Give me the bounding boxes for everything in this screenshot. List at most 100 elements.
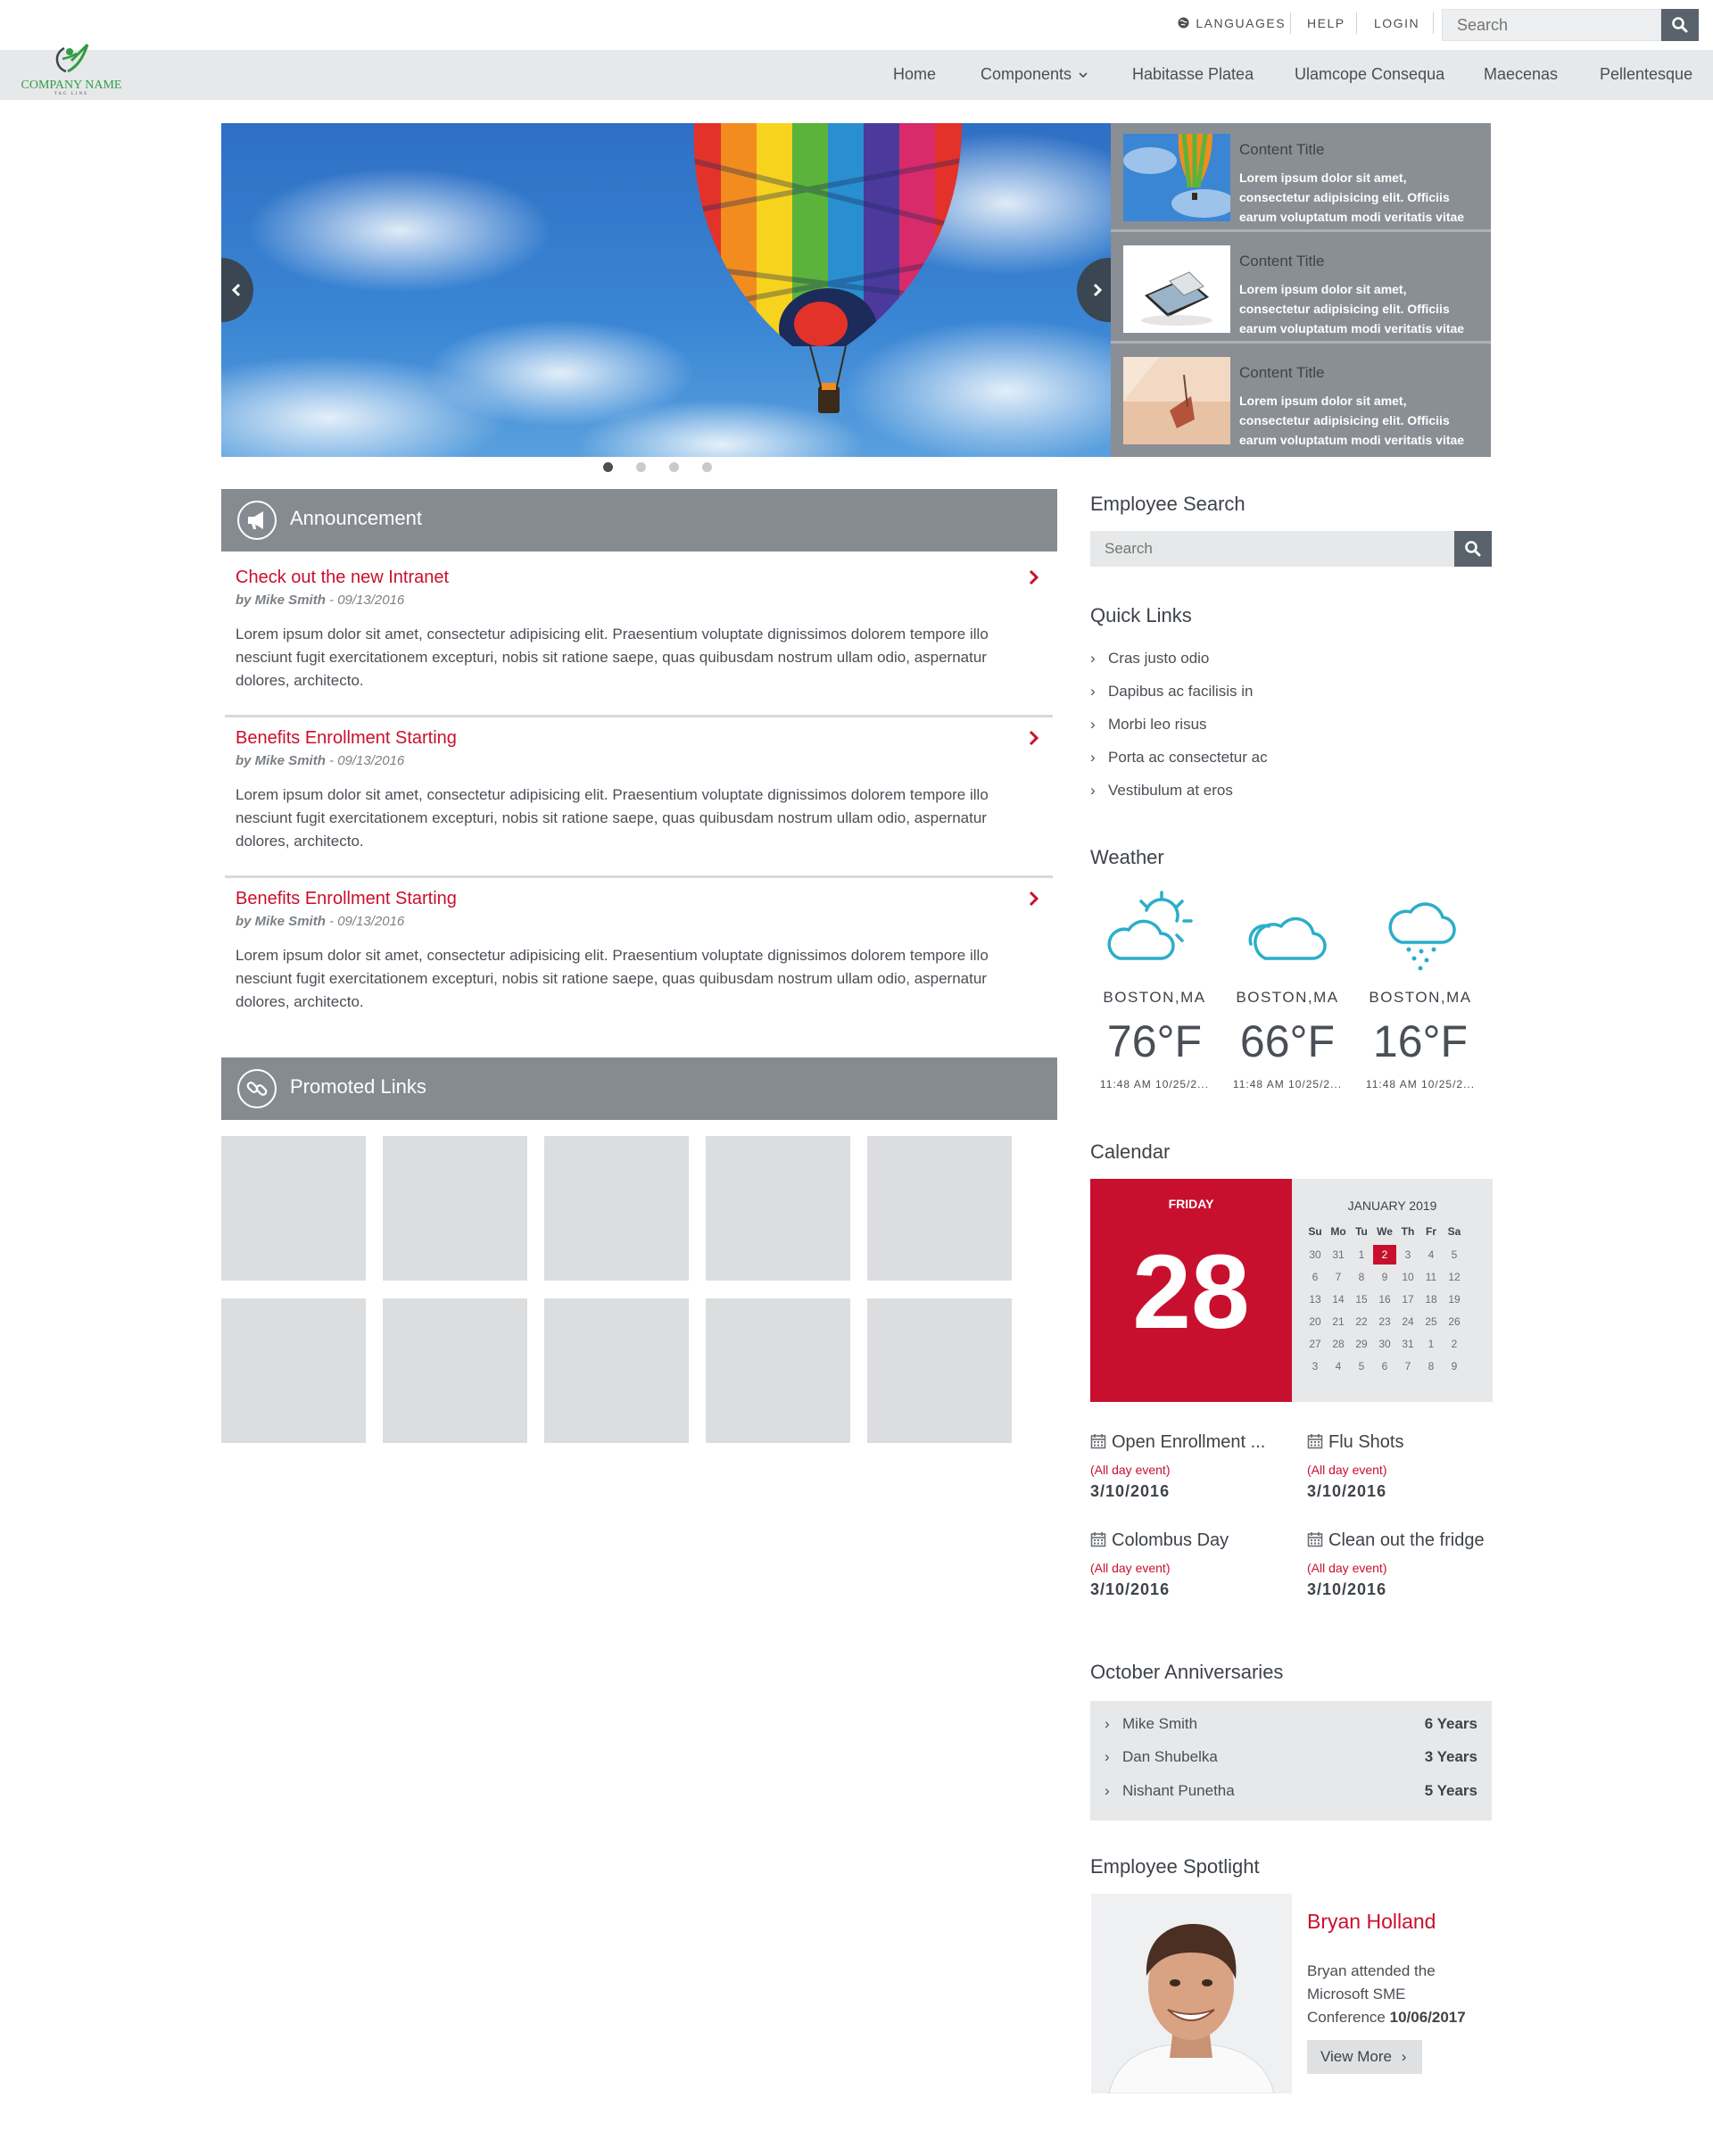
calendar-day-cell[interactable]: 11 — [1419, 1267, 1443, 1287]
calendar-day-cell[interactable]: 31 — [1396, 1334, 1419, 1354]
announcement-item-title[interactable]: Benefits Enrollment Starting — [236, 889, 457, 909]
quick-link[interactable]: › Cras justo odio — [1090, 650, 1209, 668]
calendar-day-cell[interactable]: 19 — [1443, 1289, 1466, 1309]
calendar-day-cell[interactable]: 7 — [1327, 1267, 1350, 1287]
announcement-item[interactable]: Benefits Enrollment Starting by Mike Smi… — [225, 875, 1053, 1035]
chevron-right-icon[interactable] — [1028, 569, 1040, 585]
promoted-link-tile[interactable] — [867, 1136, 1012, 1281]
announcement-date: - 09/13/2016 — [325, 914, 405, 929]
chevron-right-icon: › — [1105, 1748, 1110, 1765]
calendar-day-cell[interactable]: 1 — [1350, 1245, 1373, 1265]
calendar-day-cell[interactable]: 2 — [1443, 1334, 1466, 1354]
promoted-link-tile[interactable] — [544, 1298, 689, 1443]
help-link[interactable]: HELP — [1307, 16, 1345, 30]
calendar-day-cell[interactable]: 13 — [1303, 1289, 1327, 1309]
calendar-day-cell[interactable]: 7 — [1396, 1356, 1419, 1376]
calendar-day-highlighted[interactable]: 2 — [1373, 1245, 1396, 1265]
view-more-button[interactable]: View More › — [1307, 2040, 1422, 2074]
calendar-day-cell[interactable]: 22 — [1350, 1312, 1373, 1331]
calendar-day-cell[interactable]: 30 — [1373, 1334, 1396, 1354]
calendar-day-cell[interactable]: 17 — [1396, 1289, 1419, 1309]
calendar-day-cell[interactable]: 8 — [1350, 1267, 1373, 1287]
nav-ulamcope-consequa[interactable]: Ulamcope Consequa — [1295, 65, 1444, 84]
calendar-day-cell[interactable]: 31 — [1327, 1245, 1350, 1265]
nav-pellentesque[interactable]: Pellentesque — [1600, 65, 1692, 84]
calendar-day-cell[interactable]: 10 — [1396, 1267, 1419, 1287]
carousel-dot-active[interactable] — [603, 462, 613, 472]
content-card[interactable]: Content Title Lorem ipsum dolor sit amet… — [1111, 346, 1491, 455]
calendar-day-cell[interactable]: 3 — [1303, 1356, 1327, 1376]
nav-maecenas[interactable]: Maecenas — [1484, 65, 1558, 84]
login-link[interactable]: LOGIN — [1374, 16, 1419, 30]
calendar-day-cell[interactable]: 9 — [1373, 1267, 1396, 1287]
quick-link[interactable]: › Vestibulum at eros — [1090, 782, 1233, 800]
calendar-day-cell[interactable]: 4 — [1419, 1245, 1443, 1265]
top-search-input[interactable] — [1442, 9, 1661, 41]
carousel-dot[interactable] — [702, 462, 712, 472]
calendar-day-cell[interactable]: 4 — [1327, 1356, 1350, 1376]
announcement-item[interactable]: Check out the new Intranet by Mike Smith… — [225, 553, 1053, 714]
calendar-day-cell[interactable]: 8 — [1419, 1356, 1443, 1376]
content-card[interactable]: Content Title Lorem ipsum dolor sit amet… — [1111, 235, 1491, 344]
languages-link[interactable]: LANGUAGES — [1178, 16, 1286, 30]
calendar-day-cell[interactable]: 5 — [1443, 1245, 1466, 1265]
calendar-day-cell[interactable]: 18 — [1419, 1289, 1443, 1309]
calendar-day-cell[interactable]: 29 — [1350, 1334, 1373, 1354]
employee-search-input[interactable] — [1090, 531, 1454, 567]
calendar-day-cell[interactable]: 3 — [1396, 1245, 1419, 1265]
chevron-right-icon[interactable] — [1028, 891, 1040, 907]
content-card[interactable]: Content Title Lorem ipsum dolor sit amet… — [1111, 123, 1491, 232]
quick-link[interactable]: › Morbi leo risus — [1090, 716, 1207, 734]
announcement-item-title[interactable]: Check out the new Intranet — [236, 568, 449, 588]
employee-search-button[interactable] — [1454, 531, 1492, 567]
carousel-dot[interactable] — [636, 462, 646, 472]
calendar-day-cell[interactable]: 14 — [1327, 1289, 1350, 1309]
calendar-day-cell[interactable]: 15 — [1350, 1289, 1373, 1309]
calendar-event[interactable]: Clean out the fridge (All day event) 3/1… — [1307, 1530, 1521, 1602]
chevron-right-icon[interactable] — [1028, 730, 1040, 746]
quick-link[interactable]: › Dapibus ac facilisis in — [1090, 683, 1254, 701]
spotlight-name[interactable]: Bryan Holland — [1307, 1910, 1436, 1934]
calendar-day-cell[interactable]: 28 — [1327, 1334, 1350, 1354]
promoted-links-title: Promoted Links — [290, 1075, 426, 1098]
calendar-day-cell[interactable]: 25 — [1419, 1312, 1443, 1331]
nav-home[interactable]: Home — [893, 65, 936, 84]
calendar-day-cell[interactable]: 30 — [1303, 1245, 1327, 1265]
calendar-event[interactable]: Flu Shots (All day event) 3/10/2016 — [1307, 1432, 1521, 1504]
promoted-link-tile[interactable] — [383, 1136, 527, 1281]
calendar-day-cell[interactable]: 21 — [1327, 1312, 1350, 1331]
calendar-day-cell[interactable]: 12 — [1443, 1267, 1466, 1287]
anniversary-row[interactable]: › Mike Smith 6 Years — [1105, 1715, 1477, 1733]
carousel-dot[interactable] — [669, 462, 679, 472]
company-logo[interactable]: COMPANY NAME TAG LINE — [12, 39, 128, 102]
calendar-day-cell[interactable]: 6 — [1373, 1356, 1396, 1376]
calendar-day-cell[interactable]: 26 — [1443, 1312, 1466, 1331]
announcement-item[interactable]: Benefits Enrollment Starting by Mike Smi… — [225, 714, 1053, 875]
calendar-day-cell[interactable]: 24 — [1396, 1312, 1419, 1331]
calendar-event[interactable]: Open Enrollment ... (All day event) 3/10… — [1090, 1432, 1304, 1504]
calendar-day-cell[interactable]: 1 — [1419, 1334, 1443, 1354]
promoted-link-tile[interactable] — [706, 1136, 850, 1281]
calendar-day-cell[interactable]: 16 — [1373, 1289, 1396, 1309]
calendar-day-cell[interactable]: 6 — [1303, 1267, 1327, 1287]
calendar-day-cell[interactable]: 20 — [1303, 1312, 1327, 1331]
calendar-day-cell[interactable]: 9 — [1443, 1356, 1466, 1376]
calendar-day-cell[interactable]: 23 — [1373, 1312, 1396, 1331]
anniversary-row[interactable]: › Dan Shubelka 3 Years — [1105, 1748, 1477, 1766]
promoted-link-tile[interactable] — [221, 1136, 366, 1281]
calendar-event[interactable]: Colombus Day (All day event) 3/10/2016 — [1090, 1530, 1304, 1602]
nav-components[interactable]: Components — [981, 65, 1088, 84]
top-search-button[interactable] — [1661, 9, 1699, 41]
promoted-link-tile[interactable] — [867, 1298, 1012, 1443]
promoted-link-tile[interactable] — [544, 1136, 689, 1281]
nav-habitasse-platea[interactable]: Habitasse Platea — [1132, 65, 1254, 84]
announcement-item-title[interactable]: Benefits Enrollment Starting — [236, 728, 457, 749]
quick-link-label: Dapibus ac facilisis in — [1108, 683, 1254, 700]
calendar-day-cell[interactable]: 27 — [1303, 1334, 1327, 1354]
anniversary-row[interactable]: › Nishant Punetha 5 Years — [1105, 1782, 1477, 1800]
promoted-link-tile[interactable] — [221, 1298, 366, 1443]
quick-link[interactable]: › Porta ac consectetur ac — [1090, 749, 1268, 767]
promoted-link-tile[interactable] — [706, 1298, 850, 1443]
promoted-link-tile[interactable] — [383, 1298, 527, 1443]
calendar-day-cell[interactable]: 5 — [1350, 1356, 1373, 1376]
